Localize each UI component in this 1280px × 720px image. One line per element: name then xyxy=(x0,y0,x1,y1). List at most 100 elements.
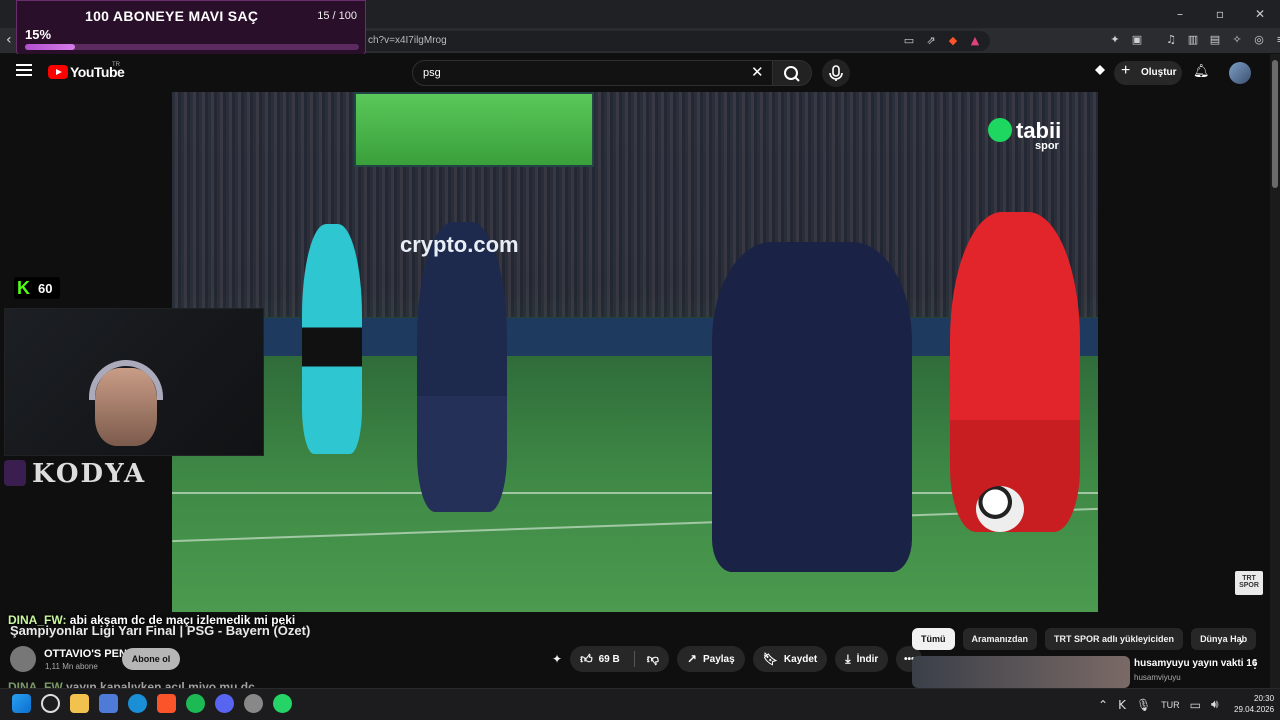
music-icon[interactable]: ♫ xyxy=(1164,32,1178,46)
chip-all[interactable]: Tümü xyxy=(912,628,955,650)
premium-icon[interactable] xyxy=(1092,61,1108,83)
viewer-count: 60 xyxy=(38,281,53,296)
bayern-player-14 xyxy=(950,212,1080,532)
wallet-icon[interactable]: ▤ xyxy=(1208,32,1222,46)
browser-menu-icon[interactable]: ≡ xyxy=(1274,32,1280,46)
back-icon[interactable]: ‹ xyxy=(6,32,12,48)
thumbs-down-icon[interactable]: 👎︎ xyxy=(647,652,659,667)
psg-player-5 xyxy=(417,222,507,512)
scrollbar-thumb[interactable] xyxy=(1272,60,1278,188)
related-filter-chips: Tümü Aramanızdan TRT SPOR adlı yükleyici… xyxy=(912,628,1257,650)
store-icon[interactable] xyxy=(99,694,118,713)
brave-shield-icon[interactable]: ◆ xyxy=(946,33,960,47)
minimize-button[interactable]: – xyxy=(1160,0,1200,28)
kick-logo-icon: K xyxy=(17,278,30,298)
kebab-menu-icon[interactable]: ⋮ xyxy=(1249,657,1261,671)
display-icon[interactable]: ▭ xyxy=(1190,698,1201,712)
share-label: Paylaş xyxy=(702,653,735,665)
download-icon: ⤓ xyxy=(845,651,851,666)
share-icon[interactable]: ⇗ xyxy=(924,33,938,47)
chat-username: DINA_FW: xyxy=(8,613,67,627)
create-label: Oluştur xyxy=(1141,67,1177,78)
clear-search-icon[interactable]: ✕ xyxy=(751,63,764,81)
download-label: İndir xyxy=(856,653,879,665)
thumbs-up-icon: 👍︎ xyxy=(580,651,593,666)
share-button[interactable]: ↗ Paylaş xyxy=(676,646,745,672)
language-indicator[interactable]: TUR xyxy=(1161,700,1180,710)
save-label: Kaydet xyxy=(783,653,818,665)
psg-player-51 xyxy=(712,242,912,572)
recommendation-thumbnail[interactable] xyxy=(912,656,1130,688)
account-avatar[interactable] xyxy=(1229,62,1251,84)
stadium-screen xyxy=(354,92,594,167)
goal-progress-track xyxy=(25,44,359,50)
tabii-logo-icon xyxy=(988,118,1012,142)
like-button[interactable]: 👍︎ 69 B 👎︎ xyxy=(570,646,669,672)
chip-from-uploader[interactable]: TRT SPOR adlı yükleyiciden xyxy=(1045,628,1184,650)
subscribe-button[interactable]: Abone ol xyxy=(122,648,180,670)
search-taskbar-icon[interactable] xyxy=(41,694,60,713)
video-player[interactable] xyxy=(172,92,1098,612)
save-button[interactable]: 🔖︎ Kaydet xyxy=(752,646,828,672)
channel-subscribers: 1,11 Mn abone xyxy=(45,662,98,671)
taskbar-clock[interactable]: 20:30 29.04.2026 xyxy=(1234,693,1274,715)
channel-avatar[interactable] xyxy=(10,646,36,672)
obs-icon[interactable] xyxy=(244,694,263,713)
region-code: TR xyxy=(112,62,120,68)
edge-icon[interactable] xyxy=(128,694,147,713)
recommendation-title[interactable]: husamyuyu yayın vakti 16 xyxy=(1134,658,1257,669)
restore-button[interactable]: ▫ xyxy=(1200,0,1240,28)
whatsapp-icon[interactable] xyxy=(273,694,292,713)
url-text[interactable]: ch?v=x4I7ilgMrog xyxy=(368,35,447,46)
system-tray: ⌃ K 🎙︎ TUR ▭ 🔊︎ xyxy=(1098,697,1219,712)
trt-spor-badge: TRT SPOR xyxy=(1235,571,1263,595)
streamer-name: KODYA xyxy=(32,459,147,489)
brave-icon[interactable] xyxy=(157,694,176,713)
download-button[interactable]: ⤓ İndir xyxy=(835,646,889,672)
sidebar-icon[interactable]: ▥ xyxy=(1186,32,1200,46)
file-explorer-icon[interactable] xyxy=(70,694,89,713)
tabii-sub: spor xyxy=(1035,140,1059,152)
plus-icon: + xyxy=(1121,62,1131,79)
kick-tray-icon[interactable]: K xyxy=(1118,698,1126,712)
video-actions: ✦ 👍︎ 69 B 👎︎ ↗ Paylaş 🔖︎ Kaydet ⤓ İndir … xyxy=(552,646,923,672)
taskbar-apps xyxy=(12,694,292,713)
football xyxy=(976,486,1024,532)
recommendation-channel[interactable]: husamviyuyu xyxy=(1134,673,1181,682)
rewards-icon[interactable]: ▲ xyxy=(968,33,982,47)
streamer-logo-icon xyxy=(4,460,26,486)
mic-tray-icon[interactable]: 🎙︎ xyxy=(1136,698,1151,712)
like-count: 69 B xyxy=(598,653,620,665)
notifications-bell-icon[interactable]: 🔔︎ xyxy=(1193,64,1210,79)
chevron-up-icon[interactable]: ⌃ xyxy=(1098,698,1108,712)
volume-icon[interactable]: 🔊︎ xyxy=(1211,697,1219,712)
spotify-icon[interactable] xyxy=(186,694,205,713)
extensions-icon[interactable]: ✦ xyxy=(1108,32,1122,46)
search-input[interactable] xyxy=(412,60,774,86)
premium-star-icon[interactable]: ✦ xyxy=(552,652,562,666)
voice-search-button[interactable] xyxy=(822,59,850,87)
chip-world-news[interactable]: Dünya Hab xyxy=(1191,628,1257,650)
leo-ai-icon[interactable]: ✧ xyxy=(1230,32,1244,46)
youtube-logo-icon[interactable] xyxy=(48,65,68,79)
chat-text: abi akşam dc de maçı izlemedik mi peki xyxy=(66,613,296,627)
chip-from-search[interactable]: Aramanızdan xyxy=(962,628,1038,650)
hamburger-menu-icon[interactable] xyxy=(16,64,32,76)
vpn-icon[interactable]: ◎ xyxy=(1252,32,1266,46)
cast-icon[interactable]: ▭ xyxy=(902,33,916,47)
microphone-icon xyxy=(829,65,843,81)
chevron-right-icon[interactable]: › xyxy=(1238,634,1244,650)
goal-percent: 15% xyxy=(25,27,52,42)
discord-icon[interactable] xyxy=(215,694,234,713)
clock-date: 29.04.2026 xyxy=(1234,705,1275,714)
bookmark-icon: 🔖︎ xyxy=(762,652,778,666)
referee-figure xyxy=(302,224,362,454)
goal-title: 100 ABONEYE MAVI SAÇ xyxy=(85,8,259,24)
search-query[interactable]: psg xyxy=(423,67,441,79)
windows-start-icon[interactable] xyxy=(12,694,31,713)
adboard-text: crypto.com xyxy=(400,232,519,257)
close-button[interactable]: ✕ xyxy=(1240,0,1280,28)
screenshot-icon[interactable]: ▣ xyxy=(1130,32,1144,46)
search-button[interactable] xyxy=(772,60,812,86)
clock-time: 20:30 xyxy=(1254,694,1275,703)
